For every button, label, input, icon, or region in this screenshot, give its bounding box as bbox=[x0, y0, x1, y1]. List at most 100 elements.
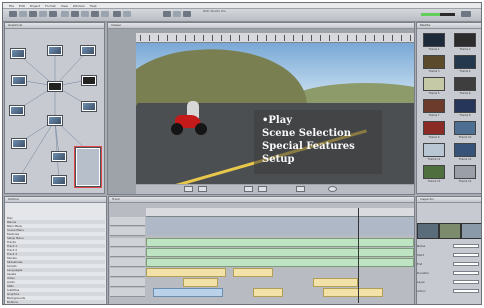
inspector-preview bbox=[461, 223, 481, 239]
inspector-field[interactable] bbox=[453, 289, 479, 293]
graph-node[interactable] bbox=[51, 175, 67, 186]
inspector-field[interactable] bbox=[453, 271, 479, 275]
graph-node[interactable] bbox=[9, 105, 25, 116]
viewer-controls bbox=[136, 185, 414, 194]
menu-button-setup[interactable]: Setup bbox=[262, 155, 294, 165]
graphical-pane: Graphical bbox=[4, 22, 105, 194]
add-layered-button[interactable] bbox=[71, 11, 79, 17]
customize-button[interactable] bbox=[461, 11, 471, 17]
audio-track[interactable] bbox=[146, 238, 414, 247]
inspector-field[interactable] bbox=[453, 253, 479, 257]
inspector-button[interactable] bbox=[163, 11, 171, 17]
chapter-button[interactable] bbox=[123, 11, 131, 17]
palette-button[interactable] bbox=[173, 11, 181, 17]
add-slideshow-button[interactable] bbox=[39, 11, 47, 17]
palette-thumbnail[interactable] bbox=[423, 77, 445, 91]
menu-format[interactable]: Format bbox=[45, 3, 56, 8]
palette-thumbnail[interactable] bbox=[454, 55, 476, 69]
graph-node[interactable] bbox=[10, 48, 26, 59]
palette-thumbnail[interactable] bbox=[423, 33, 445, 47]
subtitle-clip[interactable] bbox=[323, 288, 383, 297]
palette-thumbnail-label: Theme 6 bbox=[459, 92, 471, 95]
viewer-button[interactable] bbox=[183, 11, 191, 17]
add-script-button[interactable] bbox=[49, 11, 57, 17]
palette-thumbnail[interactable] bbox=[454, 121, 476, 135]
view-mode-button[interactable] bbox=[184, 186, 193, 192]
inspector-label: Layer bbox=[417, 280, 425, 284]
subtitle-clip[interactable] bbox=[153, 288, 223, 297]
palette-thumbnail[interactable] bbox=[423, 143, 445, 157]
view-mode-button[interactable] bbox=[198, 186, 207, 192]
menu-button-scene-selection[interactable]: Scene Selection bbox=[262, 129, 351, 139]
burn-button[interactable] bbox=[101, 11, 109, 17]
inspector-label: End bbox=[417, 262, 423, 266]
inspector-field[interactable] bbox=[453, 262, 479, 266]
graph-node[interactable] bbox=[81, 101, 97, 112]
palette-thumbnail[interactable] bbox=[454, 165, 476, 179]
view-mode-button[interactable] bbox=[258, 186, 267, 192]
palette-thumbnail-label: Theme 3 bbox=[428, 70, 440, 73]
menu-button-play[interactable]: •Play bbox=[262, 116, 292, 126]
video-viewer[interactable]: •Play Scene Selection Special Features S… bbox=[136, 43, 414, 184]
audio-track[interactable] bbox=[146, 258, 414, 267]
inspector-field[interactable] bbox=[453, 244, 479, 248]
palette-tab[interactable]: Palette bbox=[417, 23, 481, 29]
subtitle-clip[interactable] bbox=[146, 268, 226, 277]
palette-thumbnail[interactable] bbox=[454, 143, 476, 157]
graph-node[interactable] bbox=[47, 81, 63, 92]
inspector-row: Layer bbox=[417, 279, 481, 285]
graph-node[interactable] bbox=[51, 151, 67, 162]
palette-thumbnail-label: Theme 12 bbox=[458, 158, 472, 161]
window-title: DVD Studio Pro bbox=[203, 9, 226, 13]
inspector-label: Start bbox=[417, 253, 424, 257]
playhead[interactable] bbox=[358, 208, 359, 303]
palette-thumbnail[interactable] bbox=[423, 55, 445, 69]
palette-thumbnail[interactable] bbox=[454, 99, 476, 113]
graph-node[interactable] bbox=[11, 138, 27, 149]
video-track-thumbnails[interactable] bbox=[146, 217, 414, 235]
subtitle-clip[interactable] bbox=[183, 278, 218, 287]
palette-thumbnail-label: Theme 1 bbox=[428, 48, 440, 51]
add-story-button[interactable] bbox=[29, 11, 37, 17]
menu-help[interactable]: Help bbox=[90, 3, 97, 8]
timeline-tab[interactable]: Track bbox=[109, 197, 414, 203]
palette-thumbnail[interactable] bbox=[423, 121, 445, 135]
graph-node[interactable] bbox=[11, 173, 27, 184]
inspector-label: Name bbox=[417, 244, 426, 248]
viewer-tab[interactable]: Viewer bbox=[108, 23, 414, 29]
inspector-field[interactable] bbox=[453, 280, 479, 284]
graph-node-selected[interactable] bbox=[74, 146, 102, 188]
menu-button-special-features[interactable]: Special Features bbox=[262, 142, 355, 152]
graph-node[interactable] bbox=[47, 115, 63, 126]
menu-file[interactable]: File bbox=[9, 3, 14, 8]
outline-tab[interactable]: Outline bbox=[5, 197, 106, 203]
audio-track[interactable] bbox=[146, 248, 414, 257]
menu-edit[interactable]: Edit bbox=[19, 3, 25, 8]
menu-project[interactable]: Project bbox=[30, 3, 40, 8]
subtitle-clip[interactable] bbox=[313, 278, 358, 287]
simulate-icon[interactable] bbox=[328, 186, 337, 192]
build-button[interactable] bbox=[91, 11, 99, 17]
graph-node[interactable] bbox=[47, 45, 63, 56]
graph-node[interactable] bbox=[81, 75, 97, 86]
palette-thumbnail[interactable] bbox=[423, 165, 445, 179]
format-button[interactable] bbox=[113, 11, 121, 17]
menu-window[interactable]: Window bbox=[73, 3, 85, 8]
simulate-button[interactable] bbox=[81, 11, 89, 17]
outline-row[interactable]: Markers bbox=[7, 304, 105, 305]
palette-thumbnail-label: Theme 10 bbox=[458, 136, 472, 139]
graph-node[interactable] bbox=[11, 75, 27, 86]
inspector-tab[interactable]: Inspector bbox=[417, 197, 481, 203]
add-track-button[interactable] bbox=[19, 11, 27, 17]
menu-view[interactable]: View bbox=[61, 3, 68, 8]
view-mode-button[interactable] bbox=[296, 186, 305, 192]
add-menu-button[interactable] bbox=[9, 11, 17, 17]
subtitle-clip[interactable] bbox=[233, 268, 273, 277]
palette-thumbnail[interactable] bbox=[454, 77, 476, 91]
view-mode-button[interactable] bbox=[244, 186, 253, 192]
palette-thumbnail[interactable] bbox=[423, 99, 445, 113]
subtitle-clip[interactable] bbox=[253, 288, 283, 297]
add-submenu-button[interactable] bbox=[61, 11, 69, 17]
graph-node[interactable] bbox=[80, 45, 96, 56]
palette-thumbnail[interactable] bbox=[454, 33, 476, 47]
